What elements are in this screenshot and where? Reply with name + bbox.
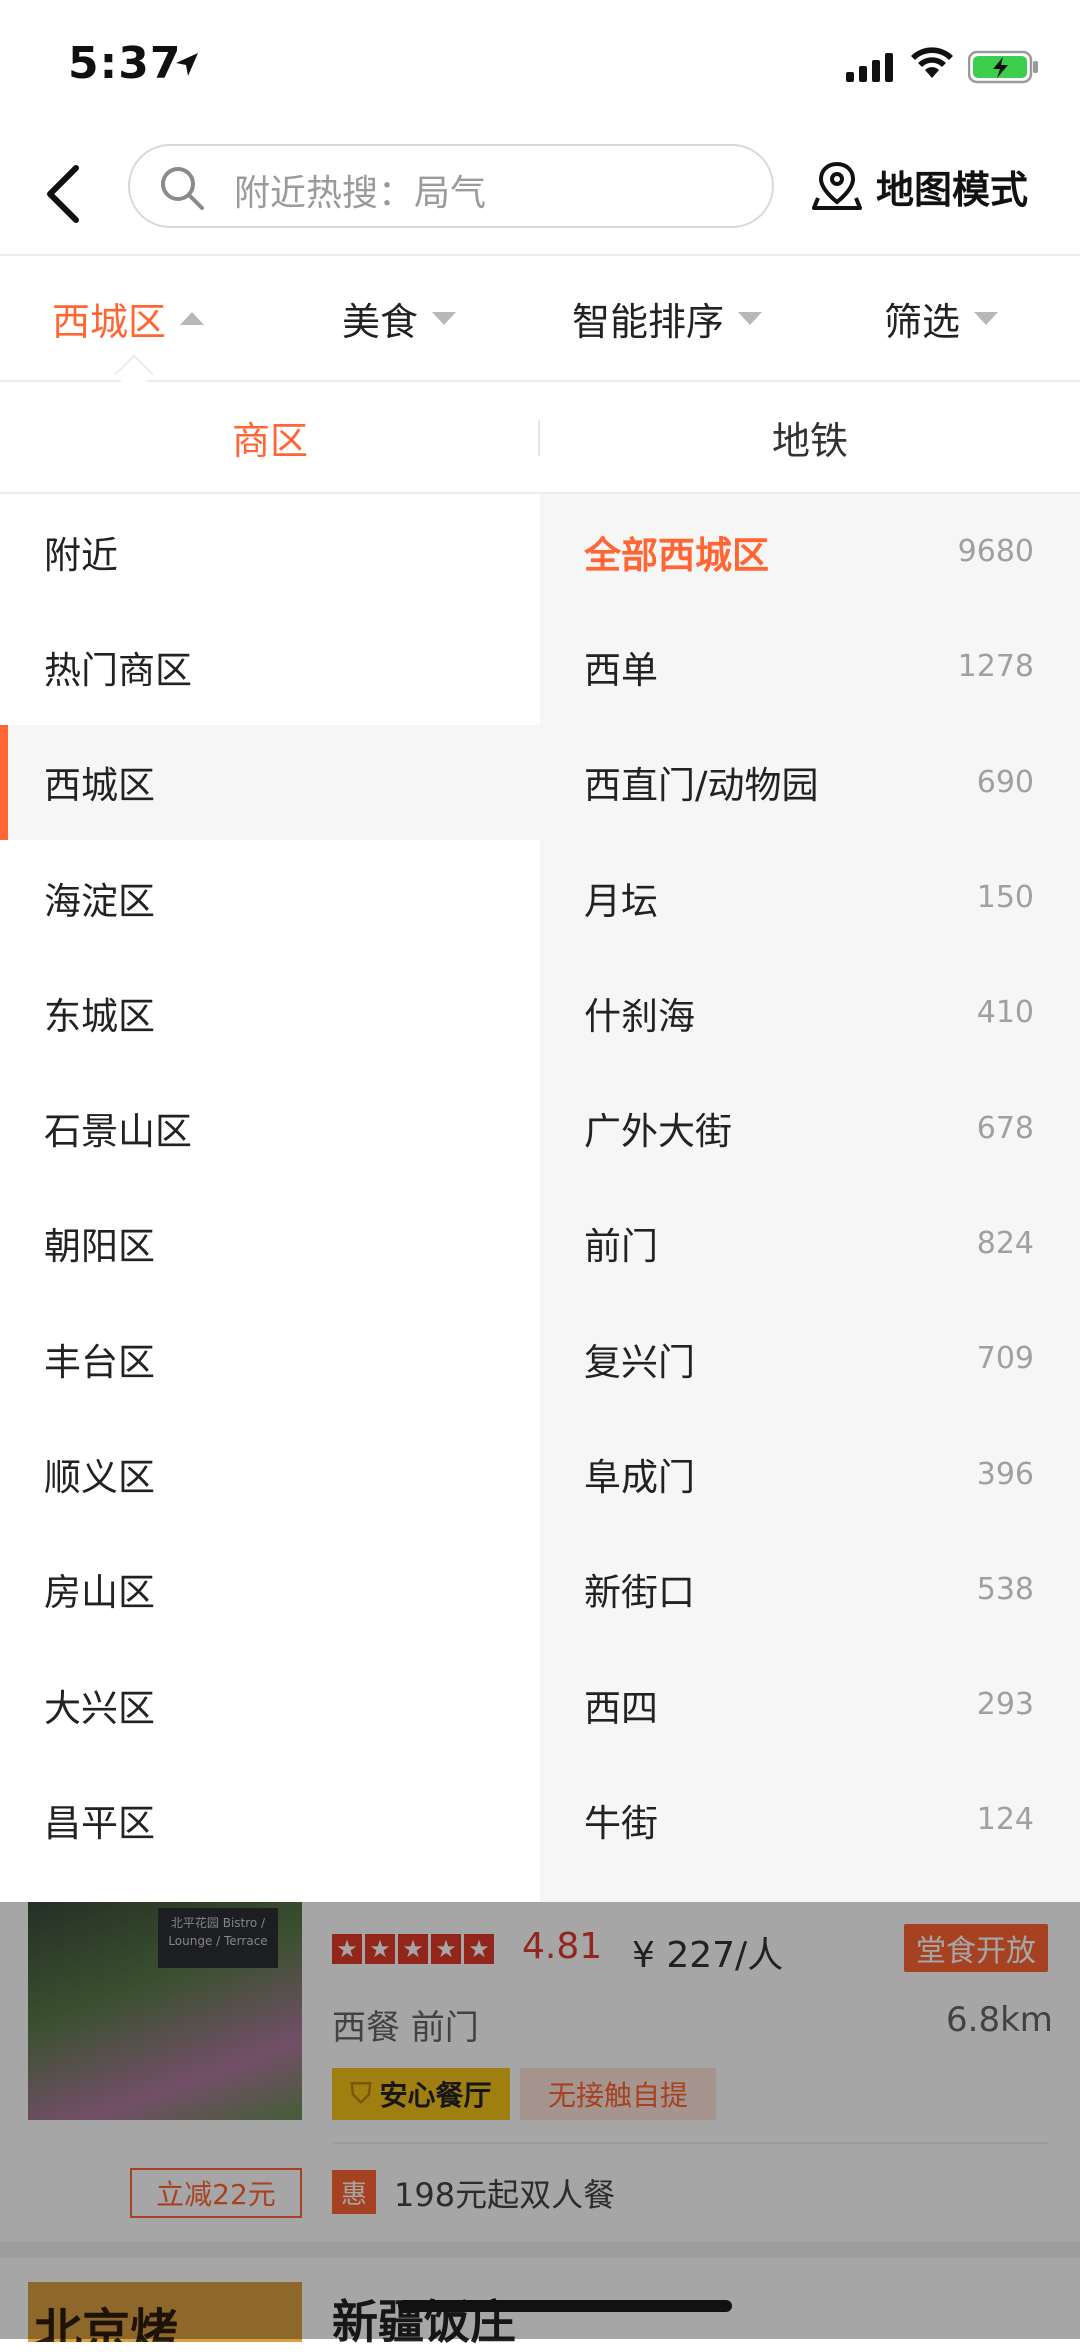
dropdown-subtabs: 商区 地铁 [0, 382, 1080, 494]
area-count: 824 [976, 1225, 1034, 1261]
area-item[interactable]: 什刹海 410 [540, 955, 1080, 1070]
area-name: 牛街 [584, 1801, 658, 1845]
area-item[interactable]: 西四 293 [540, 1647, 1080, 1762]
area-list: 全部西城区 9680 西单 1278 西直门/动物园 690 月坛 150 什刹海 410… [540, 494, 1080, 1902]
filter-sort[interactable]: 智能排序 [572, 256, 763, 380]
area-item[interactable]: 复兴门 709 [540, 1301, 1080, 1416]
back-arrow-icon[interactable] [36, 156, 96, 228]
area-count: 124 [976, 1802, 1034, 1838]
area-item-selected[interactable]: 全部西城区 9680 [540, 494, 1080, 609]
area-item[interactable]: 广外大街 678 [540, 1070, 1080, 1185]
area-count: 410 [976, 995, 1034, 1031]
caret-down-icon [738, 311, 763, 325]
dim-overlay[interactable] [0, 1902, 1080, 2339]
map-mode-button[interactable]: 地图模式 [812, 150, 1028, 222]
area-name: 西四 [584, 1686, 658, 1730]
area-name: 前门 [584, 1225, 658, 1269]
district-item[interactable]: 丰台区 [0, 1301, 540, 1416]
filter-district-label: 西城区 [52, 299, 167, 344]
area-name: 全部西城区 [584, 533, 769, 577]
district-item[interactable]: 热门商区 [0, 609, 540, 724]
status-time: 5:37 [68, 38, 182, 89]
area-count: 690 [976, 764, 1034, 800]
caret-down-icon [974, 311, 999, 325]
area-name: 复兴门 [584, 1340, 695, 1384]
area-item[interactable]: 牛街 124 [540, 1762, 1080, 1877]
district-item[interactable]: 朝阳区 [0, 1186, 540, 1301]
location-arrow-icon [176, 53, 198, 76]
area-count: 150 [976, 880, 1034, 916]
filter-more[interactable]: 筛选 [884, 256, 999, 380]
area-name: 什刹海 [584, 994, 695, 1038]
top-header: 附近热搜：局气 地图模式 [0, 130, 1080, 256]
area-count: 293 [976, 1687, 1034, 1723]
district-item[interactable]: 房山区 [0, 1532, 540, 1647]
caret-down-icon [432, 311, 457, 325]
search-placeholder: 附近热搜：局气 [234, 173, 487, 214]
area-item[interactable]: 新街口 538 [540, 1532, 1080, 1647]
area-count: 709 [976, 1341, 1034, 1377]
area-name: 广外大街 [584, 1110, 732, 1154]
area-count: 678 [976, 1110, 1034, 1146]
map-pin-icon [812, 161, 862, 210]
area-item[interactable]: 阜成门 396 [540, 1416, 1080, 1531]
area-count: 396 [976, 1456, 1034, 1492]
district-list: 附近 热门商区 西城区 海淀区 东城区 石景山区 朝阳区 丰台区 顺义区 房山区… [0, 494, 540, 1902]
area-name: 阜成门 [584, 1456, 695, 1500]
search-input[interactable]: 附近热搜：局气 [128, 144, 774, 228]
filter-bar: 西城区 美食 智能排序 筛选 [0, 256, 1080, 382]
tab-subway[interactable]: 地铁 [540, 382, 1080, 492]
district-item[interactable]: 大兴区 [0, 1647, 540, 1762]
cellular-signal-icon [846, 53, 893, 82]
tab-business-district[interactable]: 商区 [0, 382, 540, 492]
area-count: 538 [976, 1571, 1034, 1607]
district-item[interactable]: 海淀区 [0, 840, 540, 955]
district-item[interactable]: 昌平区 [0, 1762, 540, 1877]
area-item[interactable]: 前门 824 [540, 1186, 1080, 1301]
area-item[interactable]: 月坛 150 [540, 840, 1080, 955]
district-item[interactable]: 附近 [0, 494, 540, 609]
caret-up-icon [180, 311, 205, 325]
area-item[interactable]: 西单 1278 [540, 609, 1080, 724]
district-item[interactable]: 石景山区 [0, 1070, 540, 1185]
filter-sort-label: 智能排序 [572, 299, 725, 344]
home-indicator [398, 2300, 732, 2312]
district-item-selected[interactable]: 西城区 [0, 724, 540, 841]
battery-charging-icon [968, 50, 1038, 84]
area-item[interactable]: 西直门/动物园 690 [540, 725, 1080, 840]
wifi-icon [911, 47, 953, 78]
area-name: 月坛 [584, 879, 658, 923]
area-name: 西单 [584, 648, 658, 692]
area-name: 西直门/动物园 [584, 764, 819, 808]
map-mode-label: 地图模式 [876, 167, 1029, 212]
filter-category-label: 美食 [342, 299, 419, 344]
filter-category[interactable]: 美食 [342, 256, 457, 380]
area-name: 新街口 [584, 1571, 695, 1615]
area-count: 1278 [957, 649, 1034, 685]
search-icon [161, 167, 204, 210]
district-item[interactable]: 东城区 [0, 955, 540, 1070]
filter-more-label: 筛选 [884, 299, 961, 344]
district-item[interactable]: 顺义区 [0, 1416, 540, 1531]
area-count: 9680 [957, 534, 1034, 570]
status-bar: 5:37 [0, 0, 1080, 130]
